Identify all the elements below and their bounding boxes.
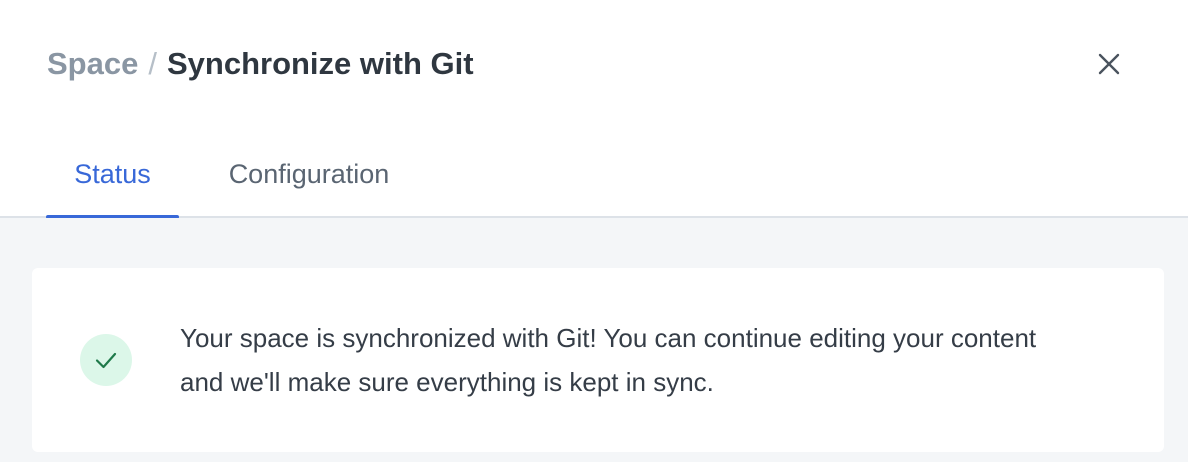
dialog-body: Your space is synchronized with Git! You…	[0, 218, 1188, 462]
dialog-header: Space / Synchronize with Git	[0, 0, 1188, 130]
tab-status[interactable]: Status	[46, 130, 179, 219]
close-icon	[1098, 53, 1120, 75]
git-sync-dialog: Space / Synchronize with Git Status Config…	[0, 0, 1188, 462]
tab-bar: Status Configuration	[0, 130, 1188, 219]
close-button[interactable]	[1088, 43, 1130, 85]
status-message: Your space is synchronized with Git! You…	[180, 323, 1037, 397]
breadcrumb: Space / Synchronize with Git	[47, 44, 474, 84]
breadcrumb-separator: /	[148, 46, 157, 81]
status-card: Your space is synchronized with Git! You…	[32, 268, 1164, 452]
tab-status-label: Status	[74, 159, 151, 189]
tab-configuration[interactable]: Configuration	[208, 130, 410, 217]
tab-configuration-label: Configuration	[228, 159, 390, 189]
breadcrumb-space-link[interactable]: Space	[47, 46, 138, 81]
success-badge	[80, 334, 132, 386]
check-icon	[95, 352, 117, 369]
page-title: Synchronize with Git	[166, 46, 474, 81]
